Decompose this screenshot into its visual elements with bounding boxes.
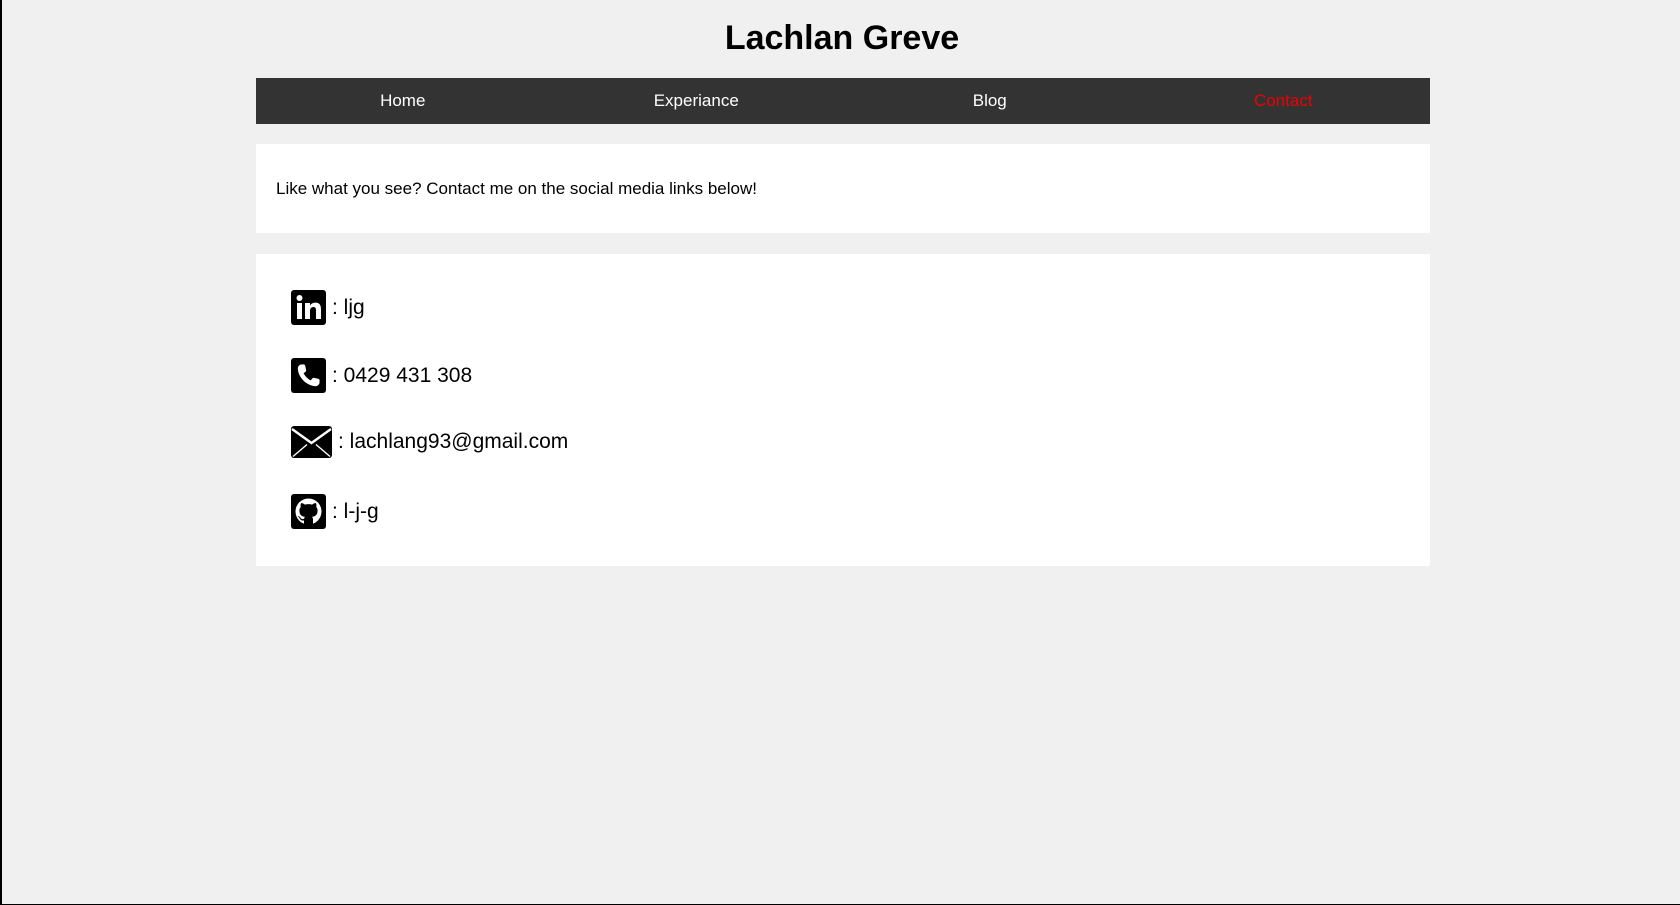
contact-linkedin[interactable]: : ljg (291, 290, 365, 325)
email-icon[interactable] (291, 426, 332, 458)
linkedin-handle: : ljg (332, 295, 365, 319)
intro-text: Like what you see? Contact me on the soc… (276, 178, 757, 198)
contact-phone[interactable]: : 0429 431 308 (291, 358, 472, 393)
contact-email[interactable]: : lachlang93@gmail.com (291, 426, 568, 458)
contact-github[interactable]: : l-j-g (291, 494, 379, 529)
github-icon[interactable] (291, 494, 326, 529)
phone-icon[interactable] (291, 358, 326, 393)
contacts-panel: : ljg : 0429 431 308 : lachlang93@gmail.… (256, 254, 1430, 566)
email-address: : lachlang93@gmail.com (338, 430, 569, 453)
main-navbar: Home Experiance Blog Contact (256, 78, 1430, 124)
nav-item-home[interactable]: Home (256, 78, 550, 124)
page-title: Lachlan Greve (724, 19, 960, 57)
github-handle: : l-j-g (332, 499, 379, 523)
phone-number: : 0429 431 308 (332, 363, 473, 387)
nav-item-contact[interactable]: Contact (1137, 78, 1431, 124)
linkedin-icon[interactable] (291, 290, 326, 325)
intro-panel: Like what you see? Contact me on the soc… (256, 144, 1430, 233)
nav-item-blog[interactable]: Blog (843, 78, 1137, 124)
nav-item-experiance[interactable]: Experiance (550, 78, 844, 124)
